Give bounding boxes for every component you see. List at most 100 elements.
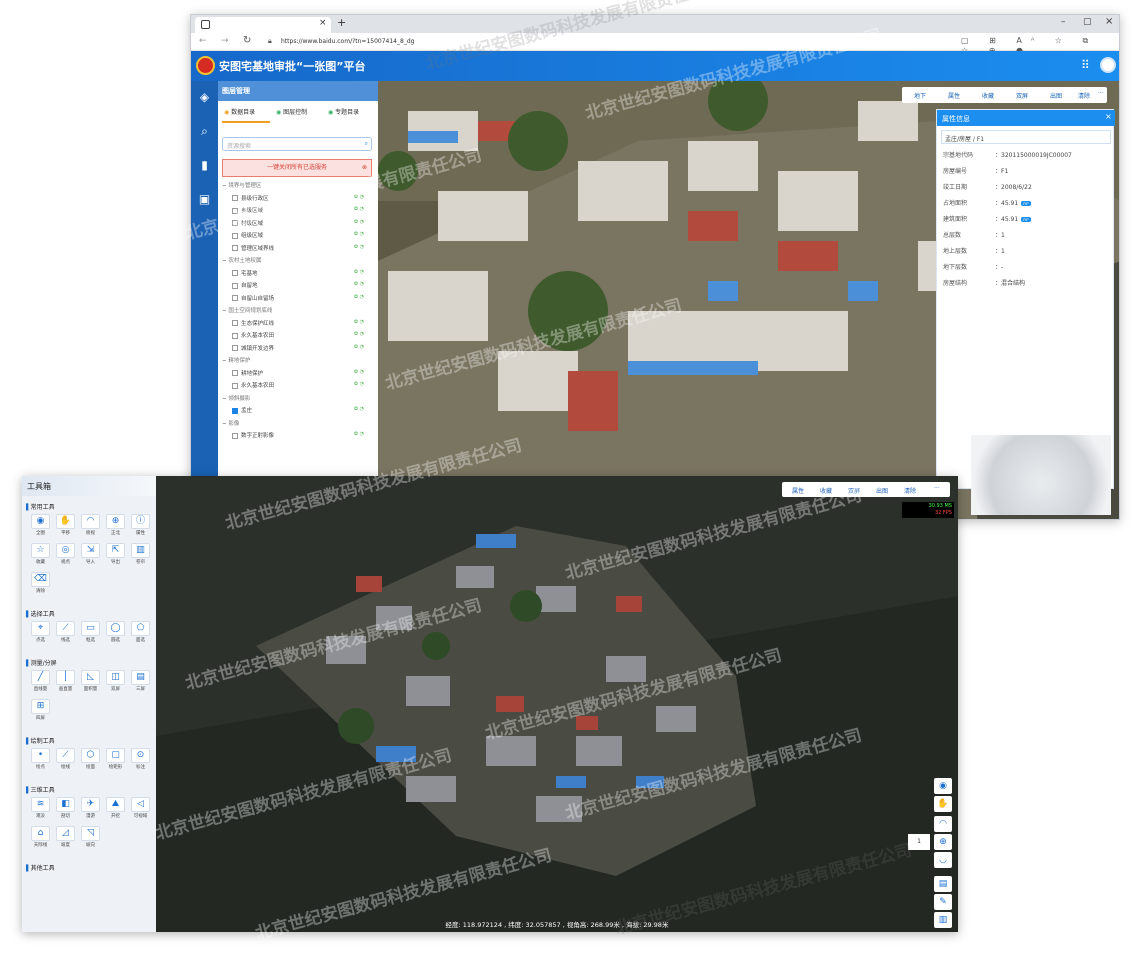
toolbox-icon[interactable]: ▣: [196, 191, 213, 208]
tilt-down-icon[interactable]: ◡: [934, 852, 952, 868]
tilt-up-icon[interactable]: ◠: [934, 816, 952, 832]
attribute-close-icon[interactable]: ×: [1105, 112, 1112, 121]
layer-item[interactable]: 孟庄 ✿ ◔: [232, 406, 372, 414]
tab-layer-control[interactable]: ◉ 图层控制: [276, 107, 307, 119]
layer-checkbox[interactable]: [232, 432, 238, 439]
maximize-button[interactable]: ▢: [1083, 17, 1092, 27]
tool-button[interactable]: ⊕ 正北: [105, 514, 126, 538]
tool-button[interactable]: ◯ 圆选: [105, 621, 126, 645]
layer-settings-icon[interactable]: ✿ ◔: [354, 244, 364, 250]
layer-group-header[interactable]: − 农村土地权属: [222, 256, 261, 264]
layer-item[interactable]: 自留地 ✿ ◔: [232, 281, 372, 289]
forward-icon[interactable]: →: [221, 36, 229, 46]
toolbar2-dual-screen[interactable]: 双屏: [848, 486, 860, 495]
browser-tab[interactable]: ×: [195, 17, 331, 33]
layer-settings-icon[interactable]: ✿ ◔: [354, 331, 364, 337]
overview-globe[interactable]: [971, 435, 1111, 515]
tool-button[interactable]: ◁ 可视域: [130, 797, 151, 821]
layer-checkbox[interactable]: [232, 370, 238, 376]
tool-button[interactable]: ⊞ 四屏: [30, 699, 51, 723]
document-icon[interactable]: ▤: [934, 876, 952, 892]
layer-group-header[interactable]: − 倾斜摄影: [222, 394, 250, 402]
tool-button[interactable]: ⟋ 绘线: [55, 748, 76, 772]
layer-settings-icon[interactable]: ✿ ◔: [354, 231, 364, 237]
tool-button[interactable]: ◠ 俯视: [80, 514, 101, 538]
user-avatar[interactable]: [1100, 57, 1116, 73]
search-icon[interactable]: ⌕: [196, 123, 213, 140]
tool-button[interactable]: ╱ 直线量: [30, 670, 51, 694]
layer-settings-icon[interactable]: ✿ ◔: [354, 344, 364, 350]
layer-edit-icon[interactable]: ✎: [934, 894, 952, 910]
layer-item[interactable]: 数字正射影像 ✿ ◔: [232, 431, 372, 439]
minimize-button[interactable]: –: [1061, 17, 1066, 27]
tool-button[interactable]: ◹ 坡向: [80, 826, 101, 850]
layer-item[interactable]: 耕地保护 ✿ ◔: [232, 369, 372, 377]
layer-settings-icon[interactable]: ✿ ◔: [354, 281, 364, 287]
tool-button[interactable]: ◫ 双屏: [105, 670, 126, 694]
layer-item[interactable]: 乡级区域 ✿ ◔: [232, 206, 372, 214]
toolbar2-favorites[interactable]: 收藏: [820, 486, 832, 495]
layer-item[interactable]: 永久基本农田 ✿ ◔: [232, 331, 372, 339]
layer-item[interactable]: 组级区域 ✿ ◔: [232, 231, 372, 239]
layer-checkbox[interactable]: [232, 332, 238, 339]
tool-button[interactable]: ◿ 坡度: [55, 826, 76, 850]
url-field[interactable]: https://www.baidu.com/?tn=15007414_8_dg: [281, 36, 701, 48]
toolbar2-export-map[interactable]: 出图: [876, 486, 888, 495]
tool-button[interactable]: ▢ 绘矩形: [105, 748, 126, 772]
layer-checkbox[interactable]: [232, 407, 238, 414]
new-tab-button[interactable]: +: [337, 16, 346, 29]
toolbar2-clear[interactable]: 清除: [904, 486, 916, 495]
resource-search-input[interactable]: 资源搜索 ⌕: [222, 137, 372, 151]
layer-item[interactable]: 自留山自留场 ✿ ◔: [232, 294, 372, 302]
layer-settings-icon[interactable]: ✿ ◔: [354, 269, 364, 275]
map-2-view[interactable]: 属性 收藏 双屏 出图 清除 ··· 30.93 MS 32 FPS 1 ◉ ✋…: [156, 476, 958, 932]
tool-button[interactable]: ⇱ 导出: [105, 543, 126, 567]
toolbar2-more[interactable]: ···: [934, 485, 940, 492]
tool-button[interactable]: ⟋ 线选: [55, 621, 76, 645]
layers-icon[interactable]: ◈: [196, 89, 213, 106]
layer-checkbox[interactable]: [232, 220, 238, 226]
zoom-level-box[interactable]: 1: [908, 834, 930, 850]
tool-button[interactable]: ⌂ 天际线: [30, 826, 51, 850]
tool-button[interactable]: ✈ 漫游: [80, 797, 101, 821]
layer-group-header[interactable]: − 境界与管理区: [222, 181, 261, 189]
layer-checkbox[interactable]: [232, 345, 238, 351]
back-icon[interactable]: ←: [199, 36, 207, 46]
toolbar-underground[interactable]: 地下: [914, 91, 926, 100]
tab-data-catalog[interactable]: ◉ 数据目录: [224, 107, 255, 119]
tool-button[interactable]: ⌖ 点选: [30, 621, 51, 645]
tool-button[interactable]: ◧ 剖切: [55, 797, 76, 821]
grid-menu-icon[interactable]: ⠿: [1081, 58, 1090, 72]
layer-settings-icon[interactable]: ✿ ◔: [354, 319, 364, 325]
layer-item[interactable]: 永久基本农田 ✿ ◔: [232, 381, 372, 389]
toolbar-favorites[interactable]: 收藏: [982, 91, 994, 100]
layer-settings-icon[interactable]: ✿ ◔: [354, 294, 364, 300]
tab-topic-catalog[interactable]: ◉ 专题目录: [328, 107, 359, 119]
tool-button[interactable]: ✋ 平移: [55, 514, 76, 538]
layer-settings-icon[interactable]: ✿ ◔: [354, 381, 364, 387]
toolbar-export-map[interactable]: 出图: [1050, 91, 1062, 100]
layer-item[interactable]: 城镇开发边界 ✿ ◔: [232, 344, 372, 352]
layer-settings-icon[interactable]: ✿ ◔: [354, 406, 364, 412]
layer-checkbox[interactable]: [232, 320, 238, 326]
tool-button[interactable]: ▭ 框选: [80, 621, 101, 645]
tab-close-icon[interactable]: ×: [319, 18, 327, 28]
layer-settings-icon[interactable]: ✿ ◔: [354, 431, 364, 437]
compass-icon[interactable]: ⊕: [934, 834, 952, 850]
layer-checkbox[interactable]: [232, 195, 238, 201]
layer-checkbox[interactable]: [232, 245, 238, 251]
search-icon[interactable]: ⌕: [365, 140, 368, 148]
layer-settings-icon[interactable]: ✿ ◔: [354, 206, 364, 212]
tool-button[interactable]: • 绘点: [30, 748, 51, 772]
tool-button[interactable]: ▤ 三屏: [130, 670, 151, 694]
tool-button[interactable]: ◎ 视点: [55, 543, 76, 567]
tool-button[interactable]: ◉ 全图: [30, 514, 51, 538]
tool-button[interactable]: ◺ 面积量: [80, 670, 101, 694]
tool-button[interactable]: ≋ 淹没: [30, 797, 51, 821]
layer-item[interactable]: 宅基地 ✿ ◔: [232, 269, 372, 277]
tool-button[interactable]: ⬠ 面选: [130, 621, 151, 645]
tool-button[interactable]: ☆ 收藏: [30, 543, 51, 567]
close-all-services-button[interactable]: 一键关闭所有已选服务 ⊗: [222, 159, 372, 177]
layer-group-header[interactable]: − 国土空间规划底线: [222, 306, 272, 314]
tool-button[interactable]: ⇲ 导入: [80, 543, 101, 567]
